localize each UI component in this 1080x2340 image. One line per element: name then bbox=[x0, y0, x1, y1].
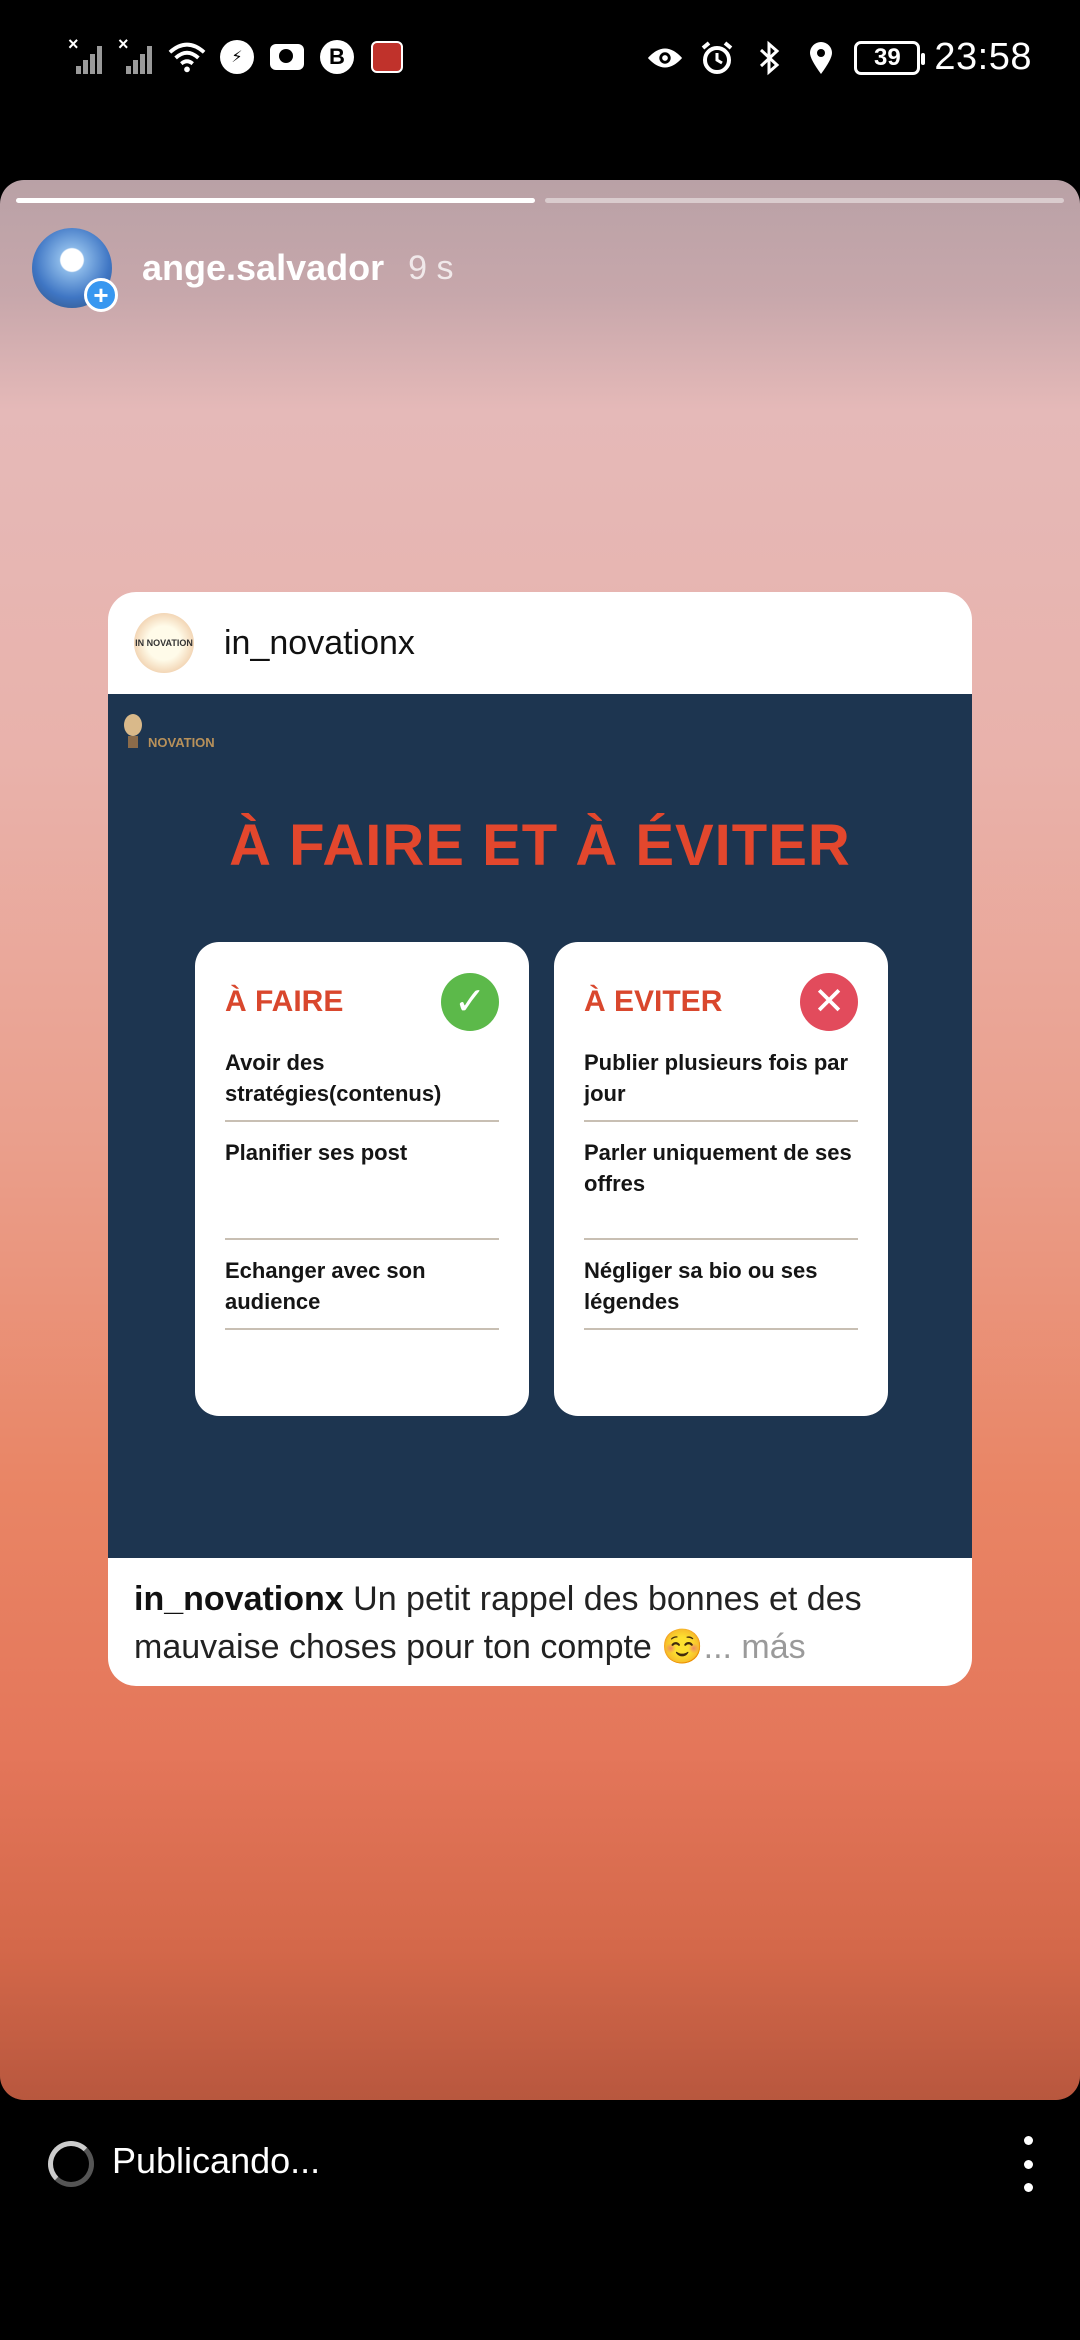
do-header: À FAIRE ✓ bbox=[225, 972, 499, 1032]
cross-icon: ✕ bbox=[800, 973, 858, 1031]
shared-post-card[interactable]: IN NOVATION in_novationx NOVATION À FAIR… bbox=[108, 592, 972, 1686]
avatar[interactable]: + bbox=[32, 228, 118, 312]
image-title: À FAIRE ET À ÉVITER bbox=[229, 813, 851, 878]
caption-more-link[interactable]: ... más bbox=[704, 1628, 806, 1666]
post-avatar[interactable]: IN NOVATION bbox=[134, 613, 194, 673]
story-time: 9 s bbox=[408, 248, 454, 287]
publishing-status: Publicando... bbox=[112, 2140, 321, 2181]
avoid-item: Publier plusieurs fois par jour bbox=[584, 1032, 858, 1122]
check-icon: ✓ bbox=[441, 973, 499, 1031]
brand-text: NOVATION bbox=[148, 735, 215, 750]
post-username[interactable]: in_novationx bbox=[224, 624, 415, 663]
avoid-item: Parler uniquement de ses offres bbox=[584, 1122, 858, 1240]
more-options-icon[interactable] bbox=[1016, 2136, 1040, 2192]
post-image[interactable]: NOVATION À FAIRE ET À ÉVITER À FAIRE ✓ A… bbox=[108, 694, 972, 1558]
status-icons-left: × × ⚡ B bbox=[68, 34, 406, 76]
avoid-item: Négliger sa bio ou ses légendes bbox=[584, 1240, 858, 1330]
signal-1-icon: × bbox=[68, 34, 106, 74]
add-icon[interactable]: + bbox=[84, 278, 118, 312]
post-header: IN NOVATION in_novationx bbox=[108, 592, 972, 694]
caption-username: in_novationx bbox=[134, 1580, 344, 1618]
alarm-icon bbox=[698, 39, 736, 77]
eye-icon bbox=[646, 39, 684, 77]
location-icon bbox=[802, 39, 840, 77]
avoid-column: À EVITER ✕ Publier plusieurs fois par jo… bbox=[554, 942, 888, 1416]
lightbulb-icon bbox=[122, 714, 144, 750]
story-header: + ange.salvador 9 s bbox=[32, 228, 454, 312]
bottom-bar bbox=[0, 2100, 1080, 2340]
do-title: À FAIRE bbox=[225, 985, 344, 1018]
app-icon bbox=[368, 38, 406, 76]
story-username[interactable]: ange.salvador bbox=[142, 247, 384, 289]
wifi-icon bbox=[168, 38, 206, 76]
signal-2-icon: × bbox=[118, 34, 156, 74]
progress-segment bbox=[16, 198, 535, 203]
avoid-title: À EVITER bbox=[584, 985, 723, 1018]
story-progress bbox=[16, 198, 1064, 204]
do-item: Planifier ses post bbox=[225, 1122, 499, 1240]
avoid-header: À EVITER ✕ bbox=[584, 972, 858, 1032]
brand-logo: NOVATION bbox=[122, 714, 215, 750]
post-avatar-text: IN NOVATION bbox=[135, 638, 193, 648]
messenger-icon: ⚡ bbox=[218, 38, 256, 76]
loading-spinner-icon bbox=[48, 2141, 94, 2187]
bluetooth-icon bbox=[750, 39, 788, 77]
clock: 23:58 bbox=[934, 36, 1032, 78]
battery-level: 39 bbox=[874, 43, 901, 71]
status-bar: × × ⚡ B 39 23:58 bbox=[0, 0, 1080, 120]
do-item: Echanger avec son audience bbox=[225, 1240, 499, 1330]
post-caption[interactable]: in_novationx Un petit rappel des bonnes … bbox=[134, 1558, 946, 1671]
status-icons-right: 39 23:58 bbox=[646, 36, 1032, 79]
battery-icon: 39 bbox=[854, 40, 926, 75]
do-item: Avoir des stratégies(contenus) bbox=[225, 1032, 499, 1122]
camera-icon bbox=[268, 38, 306, 76]
bitcoin-icon: B bbox=[318, 38, 356, 76]
do-column: À FAIRE ✓ Avoir des stratégies(contenus)… bbox=[195, 942, 529, 1416]
progress-segment bbox=[545, 198, 1064, 203]
story-viewer[interactable]: + ange.salvador 9 s IN NOVATION in_novat… bbox=[0, 180, 1080, 2100]
